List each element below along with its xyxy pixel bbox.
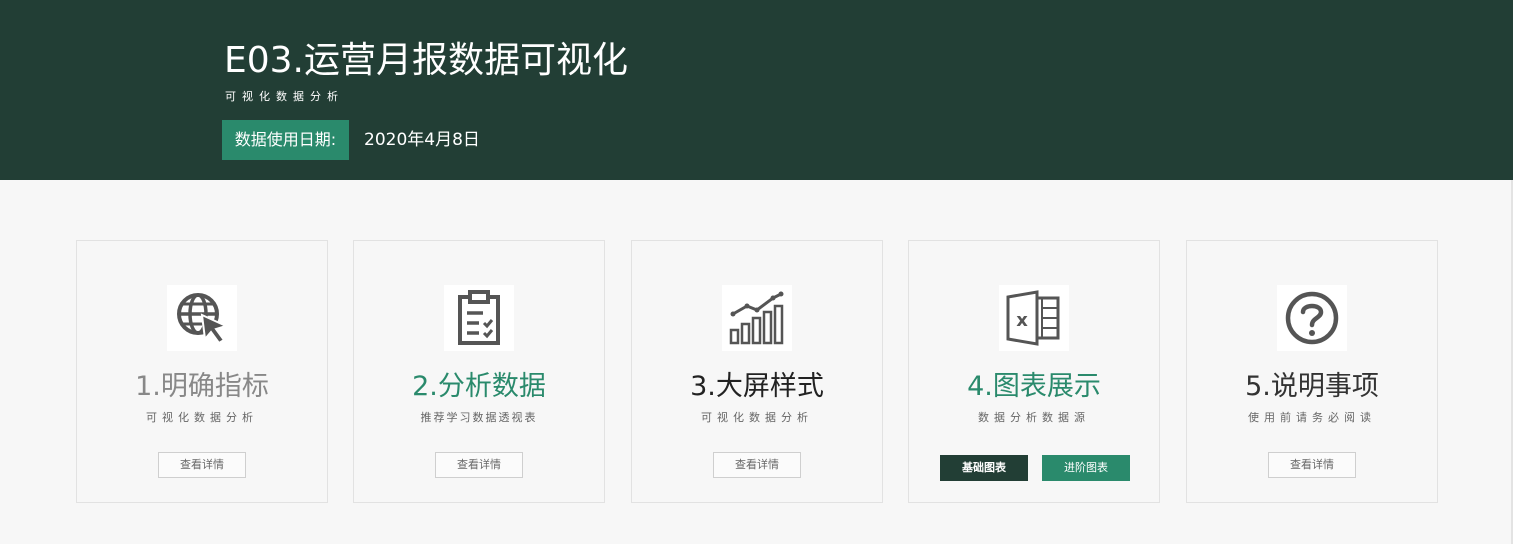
card-description: 推荐学习数据透视表 <box>420 411 538 424</box>
card-title: 5.说明事项 <box>1245 371 1379 402</box>
page-title: E03.运营月报数据可视化 <box>224 40 628 81</box>
card-description: 使用前请务必阅读 <box>1248 411 1376 424</box>
details-button[interactable]: 查看详情 <box>713 452 801 478</box>
header-banner: E03.运营月报数据可视化 可视化数据分析 数据使用日期: 2020年4月8日 <box>0 0 1513 180</box>
date-value: 2020年4月8日 <box>364 130 480 150</box>
bar-chart-trend-icon <box>722 285 792 351</box>
card-title: 1.明确指标 <box>135 371 269 402</box>
card-define-metrics: 1.明确指标 可视化数据分析 查看详情 <box>76 240 328 503</box>
card-analyze-data: 2.分析数据 推荐学习数据透视表 查看详情 <box>353 240 605 503</box>
card-description: 可视化数据分析 <box>146 411 258 424</box>
card-title: 2.分析数据 <box>412 371 546 402</box>
card-dashboard-style: 3.大屏样式 可视化数据分析 查看详情 <box>631 240 883 503</box>
card-chart-display: x 4.图表展示 数据分析数据源 基础图表 进阶图表 <box>908 240 1160 503</box>
card-title: 4.图表展示 <box>967 371 1101 402</box>
globe-cursor-icon <box>167 285 237 351</box>
svg-text:x: x <box>1016 310 1028 331</box>
card-description: 数据分析数据源 <box>978 411 1090 424</box>
card-title: 3.大屏样式 <box>690 371 824 402</box>
details-button[interactable]: 查看详情 <box>435 452 523 478</box>
details-button[interactable]: 查看详情 <box>1268 452 1356 478</box>
card-notes: 5.说明事项 使用前请务必阅读 查看详情 <box>1186 240 1438 503</box>
page-subtitle: 可视化数据分析 <box>225 90 344 103</box>
clipboard-check-icon <box>444 285 514 351</box>
basic-charts-button[interactable]: 基础图表 <box>940 455 1028 481</box>
card-description: 可视化数据分析 <box>701 411 813 424</box>
details-button[interactable]: 查看详情 <box>158 452 246 478</box>
excel-icon: x <box>999 285 1069 351</box>
date-label: 数据使用日期: <box>222 120 349 160</box>
advanced-charts-button[interactable]: 进阶图表 <box>1042 455 1130 481</box>
question-circle-icon <box>1277 285 1347 351</box>
